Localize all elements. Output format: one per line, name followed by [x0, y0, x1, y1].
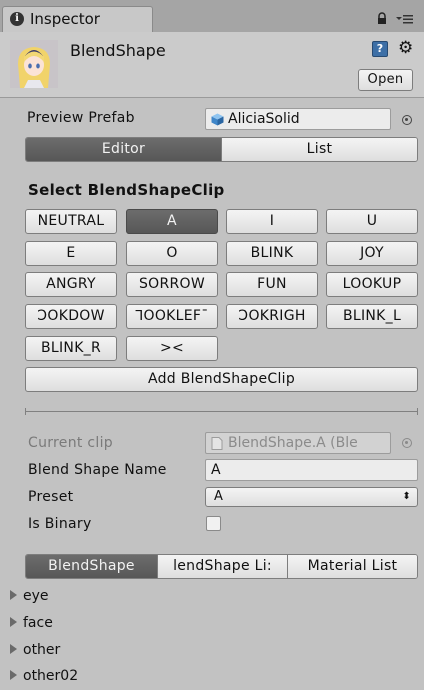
menu-icon[interactable]: [396, 14, 414, 24]
current-clip-field: BlendShape.A (Ble: [205, 432, 391, 454]
tab-bar: i Inspector: [0, 0, 424, 33]
avatar-thumbnail: [10, 40, 58, 88]
clip-button[interactable]: BLINK: [226, 241, 318, 266]
tree-item-eye[interactable]: eye: [10, 588, 49, 604]
dropdown-arrows-icon: ⬍: [402, 491, 411, 502]
tab-editor[interactable]: Editor: [26, 138, 221, 161]
gear-icon[interactable]: ⚙: [398, 38, 413, 58]
preset-dropdown[interactable]: A ⬍: [205, 487, 418, 507]
clip-button[interactable]: ><: [126, 336, 218, 361]
clip-button[interactable]: ƆOKRIGH: [226, 304, 318, 329]
clip-button[interactable]: ANGRY: [25, 272, 117, 297]
blend-shape-name-input[interactable]: A: [205, 459, 418, 481]
preview-prefab-value: AliciaSolid: [228, 111, 300, 127]
clip-button[interactable]: E: [25, 241, 117, 266]
clip-button[interactable]: LOOKUP: [326, 272, 418, 297]
inspector-header: BlendShape ? ⚙ Open: [0, 32, 424, 98]
tab-blendshape[interactable]: BlendShape: [26, 555, 157, 578]
tree-item-other[interactable]: other: [10, 642, 60, 658]
expand-arrow-icon: [10, 590, 17, 600]
clip-button[interactable]: FUN: [226, 272, 318, 297]
clip-button[interactable]: U: [326, 209, 418, 234]
tab-list[interactable]: List: [221, 138, 417, 161]
list-tabs: BlendShape lendShape Li: Material List: [25, 554, 418, 579]
object-picker-icon[interactable]: [402, 115, 412, 125]
preset-value: A: [214, 489, 224, 504]
select-clip-heading: Select BlendShapeClip: [28, 181, 225, 199]
is-binary-label: Is Binary: [28, 516, 92, 532]
clip-button[interactable]: ƆOKDOW: [25, 304, 117, 329]
prefab-cube-icon: [211, 113, 224, 126]
expand-arrow-icon: [10, 644, 17, 654]
asset-file-icon: [211, 437, 223, 450]
object-name: BlendShape: [70, 41, 166, 60]
current-clip-value: BlendShape.A (Ble: [228, 435, 358, 451]
section-divider: [25, 408, 418, 415]
open-button[interactable]: Open: [358, 69, 413, 91]
clip-button[interactable]: BLINK_L: [326, 304, 418, 329]
blend-shape-name-label: Blend Shape Name: [28, 462, 167, 478]
lock-icon[interactable]: [376, 12, 388, 24]
expand-arrow-icon: [10, 670, 17, 680]
clip-button[interactable]: NEUTRAL: [25, 209, 117, 234]
tree-item-label: other02: [23, 668, 79, 684]
clip-button-selected[interactable]: A: [126, 209, 218, 234]
help-icon[interactable]: ?: [372, 41, 388, 57]
tree-item-face[interactable]: face: [10, 615, 53, 631]
clip-button[interactable]: ꓶOOKLEFˉ: [126, 304, 218, 329]
preset-label: Preset: [28, 489, 74, 505]
tree-item-label: other: [23, 642, 61, 658]
preview-prefab-field[interactable]: AliciaSolid: [205, 108, 391, 130]
tab-title: Inspector: [30, 10, 100, 28]
info-icon: i: [10, 12, 24, 26]
is-binary-checkbox[interactable]: [206, 516, 221, 531]
tree-item-label: face: [23, 615, 53, 631]
add-blendshapeclip-button[interactable]: Add BlendShapeClip: [25, 367, 418, 392]
clip-button[interactable]: JOY: [326, 241, 418, 266]
current-clip-label: Current clip: [28, 435, 113, 451]
tree-item-label: eye: [23, 588, 49, 604]
clip-button[interactable]: I: [226, 209, 318, 234]
tab-inspector[interactable]: i Inspector: [2, 6, 153, 33]
mode-toggle: Editor List: [25, 137, 418, 162]
clip-button[interactable]: O: [126, 241, 218, 266]
tab-blendshape-list[interactable]: lendShape Li:: [157, 555, 287, 578]
clip-button[interactable]: BLINK_R: [25, 336, 117, 361]
tree-item-other02[interactable]: other02: [10, 668, 78, 684]
tab-material-list[interactable]: Material List: [287, 555, 417, 578]
clip-button[interactable]: SORROW: [126, 272, 218, 297]
expand-arrow-icon: [10, 617, 17, 627]
preview-prefab-label: Preview Prefab: [27, 110, 135, 126]
object-picker-icon-disabled: [402, 438, 412, 448]
